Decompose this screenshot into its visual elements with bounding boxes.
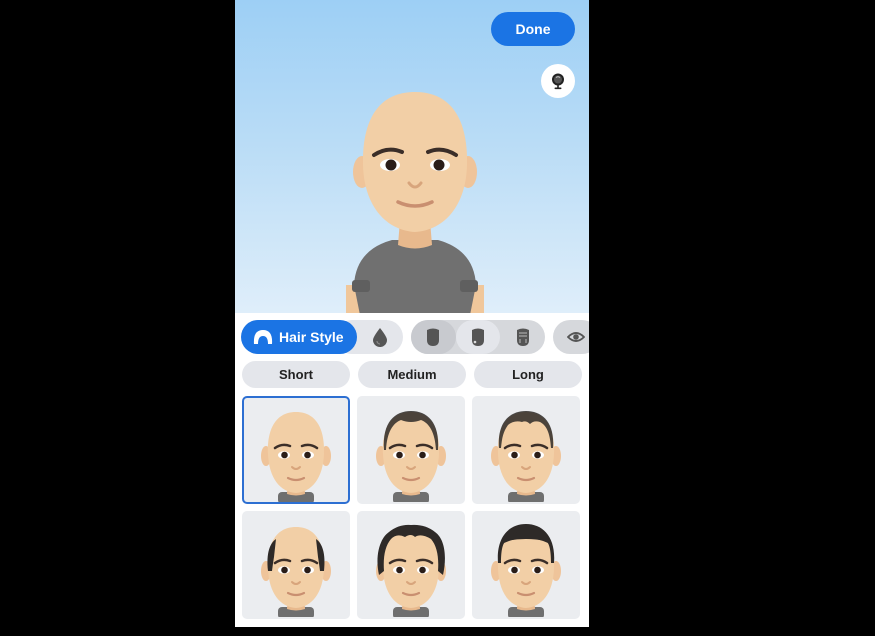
face-lines-icon [516, 328, 529, 346]
phone-screen: Done Hair Style Short Medium Long [235, 0, 589, 627]
hairstyle-option-buzz-receding[interactable] [357, 396, 465, 504]
filter-medium[interactable]: Medium [358, 361, 466, 388]
hair-icon [253, 330, 273, 344]
face-complexion-icon [472, 328, 484, 346]
tab-hair-style[interactable]: Hair Style [241, 320, 357, 354]
mirror-button[interactable] [541, 64, 575, 98]
tab-face-lines[interactable] [500, 320, 545, 354]
hairstyle-option-crew-cut[interactable] [472, 511, 580, 619]
avatar-buzz-receding-thumb [376, 411, 446, 502]
hairstyle-grid [242, 396, 582, 619]
hairstyle-option-thinning-wavy[interactable] [357, 511, 465, 619]
length-filter: Short Medium Long [242, 361, 582, 388]
face-shape-icon [427, 328, 440, 346]
avatar-thinning-wavy-thumb [376, 524, 446, 617]
face-tab-group [411, 320, 545, 354]
avatar-bald-thumb [261, 412, 331, 502]
tab-face-shape[interactable] [411, 320, 456, 354]
hair-color-drop-icon [373, 328, 387, 347]
avatar-crew-cut-thumb [491, 524, 561, 617]
tab-hair-style-label: Hair Style [279, 329, 344, 345]
mirror-icon [552, 73, 564, 90]
avatar-full-preview [346, 92, 484, 313]
tab-face-complexion[interactable] [455, 320, 501, 354]
eye-icon [567, 332, 585, 342]
tab-eyes[interactable] [553, 320, 589, 354]
customization-panel: Hair Style Short Medium Long [235, 313, 589, 627]
avatar-preview: Done [235, 0, 589, 313]
hairstyle-option-buzz-short[interactable] [472, 396, 580, 504]
filter-short[interactable]: Short [242, 361, 350, 388]
avatar-buzz-short-thumb [491, 411, 561, 502]
filter-long[interactable]: Long [474, 361, 582, 388]
avatar-balding-sides-thumb [261, 527, 331, 617]
category-tabs: Hair Style [241, 319, 589, 355]
hairstyle-option-bald[interactable] [242, 396, 350, 504]
done-button[interactable]: Done [491, 12, 575, 46]
hairstyle-option-balding-sides[interactable] [242, 511, 350, 619]
